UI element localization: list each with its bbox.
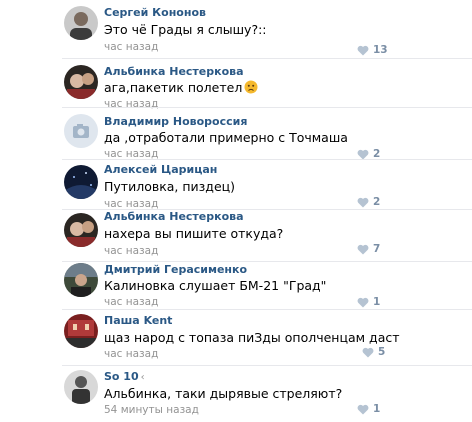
comment-author[interactable]: Сергей Кононов — [104, 6, 206, 19]
like-count: 2 — [373, 196, 381, 208]
like-button[interactable]: 5 — [362, 346, 385, 358]
heart-icon — [357, 244, 369, 255]
avatar[interactable] — [64, 6, 98, 40]
comments-feed: Сергей Кононов Это чё Грады я слышу?:: ч… — [0, 0, 472, 422]
comment-text: ага,пакетик полетел — [104, 80, 258, 95]
like-count: 1 — [373, 296, 381, 308]
like-count: 7 — [373, 243, 381, 255]
comment-time[interactable]: час назад — [104, 296, 158, 308]
avatar[interactable] — [64, 314, 98, 348]
comment-item: Дмитрий Герасименко Калиновка слушает БМ… — [0, 262, 472, 310]
like-button[interactable]: 1 — [357, 296, 380, 308]
comment-author[interactable]: Дмитрий Герасименко — [104, 263, 247, 276]
avatar[interactable] — [64, 370, 98, 404]
avatar[interactable] — [64, 114, 98, 148]
like-button[interactable]: 2 — [357, 196, 380, 208]
comment-item: Сергей Кононов Это чё Грады я слышу?:: ч… — [0, 0, 472, 59]
heart-icon — [357, 197, 369, 208]
like-button[interactable]: 13 — [357, 44, 388, 56]
heart-icon — [357, 149, 369, 160]
heart-icon — [357, 404, 369, 415]
avatar[interactable] — [64, 263, 98, 297]
worried-face-emoji — [244, 80, 258, 94]
comment-text: Путиловка, пиздец) — [104, 179, 236, 194]
comment-text: Это чё Грады я слышу?:: — [104, 22, 267, 37]
heart-icon — [357, 45, 369, 56]
like-button[interactable]: 1 — [357, 403, 380, 415]
like-count: 1 — [373, 403, 381, 415]
like-count: 13 — [373, 44, 388, 56]
comment-item: Владимир Новороссия да ,отработали приме… — [0, 108, 472, 160]
comment-item: So 10 ‹ Альбинка, таки дырявые стреляют? … — [0, 366, 472, 422]
like-button[interactable]: 7 — [357, 243, 380, 255]
comment-time[interactable]: час назад — [104, 245, 158, 257]
comment-author[interactable]: Владимир Новороссия — [104, 115, 247, 128]
comment-author[interactable]: Альбинка Нестеркова — [104, 65, 244, 78]
comment-time[interactable]: час назад — [104, 41, 158, 53]
comment-text: нахера вы пишите откуда? — [104, 226, 284, 241]
like-count: 5 — [378, 346, 386, 358]
comment-text: Альбинка, таки дырявые стреляют? — [104, 386, 343, 401]
avatar[interactable] — [64, 213, 98, 247]
comment-item: Альбинка Нестеркова ага,пакетик полетел … — [0, 59, 472, 110]
comment-time[interactable]: час назад — [104, 348, 158, 360]
comment-item: Алексей Царицан Путиловка, пиздец) час н… — [0, 160, 472, 210]
heart-icon — [357, 297, 369, 308]
comment-item: Альбинка Нестеркова нахера вы пишите отк… — [0, 210, 472, 262]
comment-author[interactable]: Альбинка Нестеркова — [104, 210, 244, 223]
avatar[interactable] — [64, 165, 98, 199]
comment-text: щаз народ с топаза пиЗды ополченцам даст — [104, 330, 400, 345]
comment-text: да ,отработали примерно с Точмаша — [104, 130, 348, 145]
online-indicator: ‹ — [140, 372, 145, 383]
comment-item: Паша Kent щаз народ с топаза пиЗды ополч… — [0, 310, 472, 366]
comment-text: Калиновка слушает БМ-21 "Град" — [104, 278, 327, 293]
comment-author[interactable]: Алексей Царицан — [104, 163, 217, 176]
heart-icon — [362, 347, 374, 358]
comment-author[interactable]: So 10 ‹ — [104, 370, 145, 383]
comment-time[interactable]: 54 минуты назад — [104, 404, 199, 416]
avatar[interactable] — [64, 65, 98, 99]
comment-author[interactable]: Паша Kent — [104, 314, 172, 327]
